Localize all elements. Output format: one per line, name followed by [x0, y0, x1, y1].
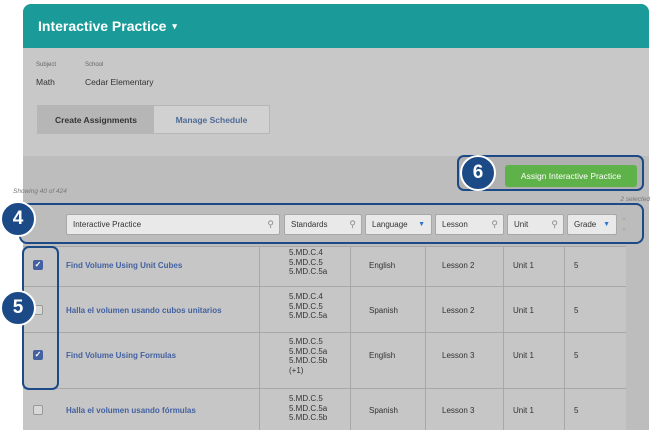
search-icon: ⚲: [491, 219, 498, 229]
row-standards: 5.MD.C.5 5.MD.C.5a 5.MD.C.5b (+1): [289, 337, 327, 375]
school-label: School: [85, 62, 104, 68]
search-icon: ⚲: [267, 219, 274, 229]
row-standards: 5.MD.C.4 5.MD.C.5 5.MD.C.5a: [289, 248, 327, 277]
row-grade: 5: [574, 351, 579, 360]
standard-code: 5.MD.C.5: [289, 301, 323, 311]
row-unit: Unit 1: [513, 306, 534, 315]
row-unit: Unit 1: [513, 406, 534, 415]
row-standards: 5.MD.C.4 5.MD.C.5 5.MD.C.5a: [289, 292, 327, 321]
row-lesson: Lesson 3: [442, 351, 475, 360]
standard-code: 5.MD.C.5b: [289, 413, 328, 422]
page-title: Interactive Practice: [38, 18, 167, 34]
standard-code: 5.MD.C.5: [289, 257, 323, 267]
tab-manage-schedule[interactable]: Manage Schedule: [154, 106, 269, 133]
callout-badge-5: 5: [0, 290, 36, 326]
row-lesson: Lesson 2: [442, 261, 475, 270]
row-unit: Unit 1: [513, 261, 534, 270]
tab-create-assignments[interactable]: Create Assignments: [38, 106, 154, 133]
standard-code: 5.MD.C.5a: [289, 403, 328, 413]
unit-filter-label: Unit: [514, 220, 529, 229]
assign-button[interactable]: Assign Interactive Practice: [505, 165, 637, 187]
standard-code: 5.MD.C.5a: [289, 346, 328, 356]
language-select-label: Language: [372, 220, 408, 229]
row-lesson: Lesson 3: [442, 406, 475, 415]
title-dropdown-icon[interactable]: ▾: [172, 21, 177, 32]
row-lesson: Lesson 2: [442, 306, 475, 315]
row-grade: 5: [574, 406, 579, 415]
standard-code: 5.MD.C.4: [289, 248, 323, 257]
subject-label: Subject: [36, 62, 57, 68]
sort-icon[interactable]: ⌃ ⌄: [621, 218, 627, 232]
row-language: Spanish: [369, 406, 398, 415]
row-standards: 5.MD.C.5 5.MD.C.5a 5.MD.C.5b: [289, 394, 327, 423]
standard-code: (+1): [289, 365, 304, 375]
callout-badge-4: 4: [0, 201, 36, 237]
page-header[interactable]: Interactive Practice ▾: [23, 4, 649, 48]
result-count: Showing 40 of 424: [13, 188, 67, 195]
language-select[interactable]: Language ▼: [365, 214, 432, 235]
search-icon: ⚲: [551, 219, 558, 229]
callout-badge-6: 6: [460, 155, 496, 191]
row-language: Spanish: [369, 306, 398, 315]
row-title-link[interactable]: Find Volume Using Unit Cubes: [66, 261, 182, 270]
title-search-placeholder: Interactive Practice: [73, 220, 142, 229]
row-checkbox[interactable]: [33, 405, 43, 415]
row-language: English: [369, 261, 396, 270]
selected-count: 2 selected: [620, 196, 650, 203]
grade-select[interactable]: Grade ▼: [567, 214, 617, 235]
row-unit: Unit 1: [513, 351, 534, 360]
standard-code: 5.MD.C.5a: [289, 311, 328, 320]
row-language: English: [369, 351, 396, 360]
row-grade: 5: [574, 306, 579, 315]
standard-code: 5.MD.C.5: [289, 394, 323, 403]
chevron-down-icon: ▼: [418, 221, 425, 228]
title-search-input[interactable]: Interactive Practice ⚲: [66, 214, 280, 235]
standards-filter[interactable]: Standards ⚲: [284, 214, 362, 235]
subject-value: Math: [36, 77, 55, 87]
tab-bar: Create Assignments Manage Schedule: [37, 105, 270, 134]
row-grade: 5: [574, 261, 579, 270]
row-title-link[interactable]: Find Volume Using Formulas: [66, 351, 176, 360]
standards-filter-label: Standards: [291, 220, 328, 229]
standard-code: 5.MD.C.4: [289, 292, 323, 301]
row-title-link[interactable]: Halla el volumen usando fórmulas: [66, 406, 196, 415]
standard-code: 5.MD.C.5: [289, 337, 323, 346]
lesson-filter-label: Lesson: [442, 220, 468, 229]
search-icon: ⚲: [349, 219, 356, 229]
row-title-link[interactable]: Halla el volumen usando cubos unitarios: [66, 306, 222, 315]
school-value: Cedar Elementary: [85, 77, 154, 87]
standard-code: 5.MD.C.5b: [289, 356, 328, 365]
grade-select-label: Grade: [574, 220, 597, 229]
lesson-filter[interactable]: Lesson ⚲: [435, 214, 504, 235]
standard-code: 5.MD.C.5a: [289, 267, 328, 276]
unit-filter[interactable]: Unit ⚲: [507, 214, 564, 235]
chevron-down-icon: ▼: [603, 221, 610, 228]
